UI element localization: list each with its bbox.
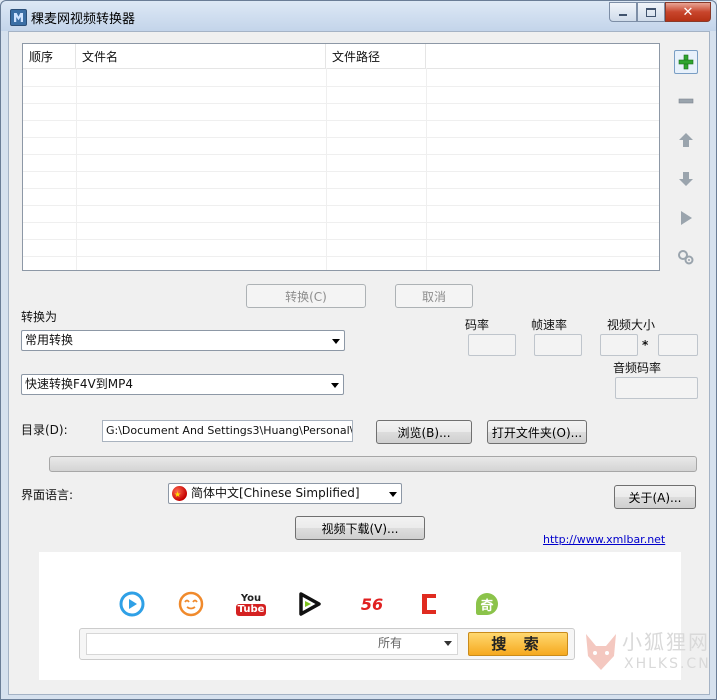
56-text: 56 — [360, 594, 384, 614]
convert-to-label: 转换为 — [21, 310, 58, 324]
bitrate-field[interactable] — [468, 334, 516, 356]
grid-line — [23, 256, 659, 257]
framerate-label: 帧速率 — [531, 318, 568, 332]
website-link[interactable]: http://www.xmlbar.net — [543, 533, 665, 546]
client-area: 顺序 文件名 文件路径 转换(C) 取消 转换为 常用转换 快速转换F4V到MP… — [8, 31, 710, 695]
app-window: 稞麦网视频转换器 ✕ 顺序 文件名 文件路径 转换(C) 取消 转换为 常用转换… — [0, 0, 717, 700]
youtube-icon[interactable]: You Tube — [235, 590, 267, 618]
grid-line — [23, 103, 659, 104]
video-download-button[interactable]: 视频下载(V)... — [295, 516, 425, 540]
fox-logo-icon — [586, 634, 616, 670]
remove-file-button[interactable] — [674, 89, 698, 113]
audio-bitrate-label: 音频码率 — [613, 361, 662, 375]
title-bar[interactable]: 稞麦网视频转换器 ✕ — [1, 1, 716, 31]
video-width-field[interactable] — [600, 334, 638, 356]
video-height-field[interactable] — [658, 334, 698, 356]
move-down-button[interactable] — [674, 167, 698, 191]
about-button[interactable]: 关于(A)... — [614, 485, 696, 509]
settings-button[interactable] — [674, 245, 698, 269]
language-value: 简体中文[Chinese Simplified] — [191, 486, 360, 500]
grid-line — [23, 171, 659, 172]
close-button[interactable]: ✕ — [665, 2, 711, 22]
grid-line — [23, 86, 659, 87]
language-label: 界面语言: — [21, 488, 74, 502]
play-icon — [681, 211, 692, 225]
chevron-down-icon — [332, 339, 340, 344]
directory-input[interactable]: G:\Document And Settings3\Huang\Personal… — [102, 420, 353, 442]
remove-icon — [678, 98, 694, 104]
framerate-field[interactable] — [534, 334, 582, 356]
play-button[interactable] — [674, 206, 698, 230]
watermark-text-cn: 小狐狸网 — [622, 630, 710, 654]
convert-category-select[interactable]: 常用转换 — [21, 330, 345, 351]
conversion-progress-bar — [49, 456, 697, 472]
chevron-down-icon[interactable] — [444, 641, 452, 646]
move-down-icon — [679, 172, 693, 186]
chevron-down-icon — [389, 492, 397, 497]
move-up-button[interactable] — [674, 128, 698, 152]
youtube-text-top: You — [240, 592, 262, 604]
column-header-filepath[interactable]: 文件路径 — [326, 44, 426, 68]
maximize-button[interactable] — [637, 2, 665, 22]
minimize-icon — [619, 14, 627, 16]
qiyi-icon[interactable]: 奇 — [473, 590, 501, 618]
language-select[interactable]: 简体中文[Chinese Simplified] — [168, 483, 402, 504]
move-up-icon — [679, 133, 693, 147]
grid-line — [23, 205, 659, 206]
youku-icon[interactable] — [118, 590, 146, 618]
convert-button[interactable]: 转换(C) — [246, 284, 366, 308]
open-folder-button[interactable]: 打开文件夹(O)... — [487, 420, 587, 444]
directory-label: 目录(D): — [21, 423, 68, 437]
grid-line — [23, 239, 659, 240]
china-flag-icon — [172, 485, 187, 504]
grid-line — [23, 188, 659, 189]
window-title: 稞麦网视频转换器 — [31, 12, 136, 27]
bitrate-label: 码率 — [465, 318, 490, 332]
iqiyi-play-icon[interactable] — [295, 590, 323, 618]
add-icon — [678, 54, 694, 70]
column-header-extra[interactable] — [426, 44, 659, 68]
convert-category-value: 常用转换 — [25, 333, 74, 347]
chevron-down-icon — [331, 383, 339, 388]
grid-line — [23, 154, 659, 155]
grid-line — [23, 137, 659, 138]
watermark-logo: 小狐狸网 XHLKS.CN — [582, 620, 712, 692]
browse-button[interactable]: 浏览(B)... — [376, 420, 472, 444]
app-icon — [10, 9, 27, 26]
maximize-icon — [646, 7, 656, 17]
convert-format-value: 快速转换F4V到MP4 — [25, 377, 133, 391]
size-separator: * — [642, 338, 649, 352]
minimize-button[interactable] — [609, 2, 637, 22]
search-input[interactable] — [86, 633, 458, 655]
window-controls: ✕ — [609, 2, 711, 22]
convert-format-select[interactable]: 快速转换F4V到MP4 — [21, 374, 344, 395]
file-list[interactable]: 顺序 文件名 文件路径 — [22, 43, 660, 271]
column-header-order[interactable]: 顺序 — [23, 44, 76, 68]
56-icon[interactable]: 56 — [355, 590, 389, 618]
search-button[interactable]: 搜 索 — [468, 632, 568, 656]
letv-icon[interactable] — [415, 590, 443, 618]
grid-line — [23, 222, 659, 223]
video-size-label: 视频大小 — [607, 318, 656, 332]
settings-icon — [678, 250, 694, 265]
qiyi-text: 奇 — [476, 593, 498, 615]
watermark-text-en: XHLKS.CN — [624, 656, 711, 672]
cancel-button[interactable]: 取消 — [395, 284, 473, 308]
close-icon: ✕ — [682, 4, 694, 20]
list-header: 顺序 文件名 文件路径 — [23, 44, 659, 69]
search-scope-select[interactable]: 所有 — [378, 634, 402, 651]
search-bar: 所有 搜 索 — [79, 628, 575, 660]
tudou-icon[interactable] — [177, 590, 205, 618]
youtube-text-bottom: Tube — [235, 603, 267, 616]
column-header-filename[interactable]: 文件名 — [76, 44, 326, 68]
add-file-button[interactable] — [674, 50, 698, 74]
audio-bitrate-field[interactable] — [615, 377, 698, 399]
grid-line — [23, 120, 659, 121]
